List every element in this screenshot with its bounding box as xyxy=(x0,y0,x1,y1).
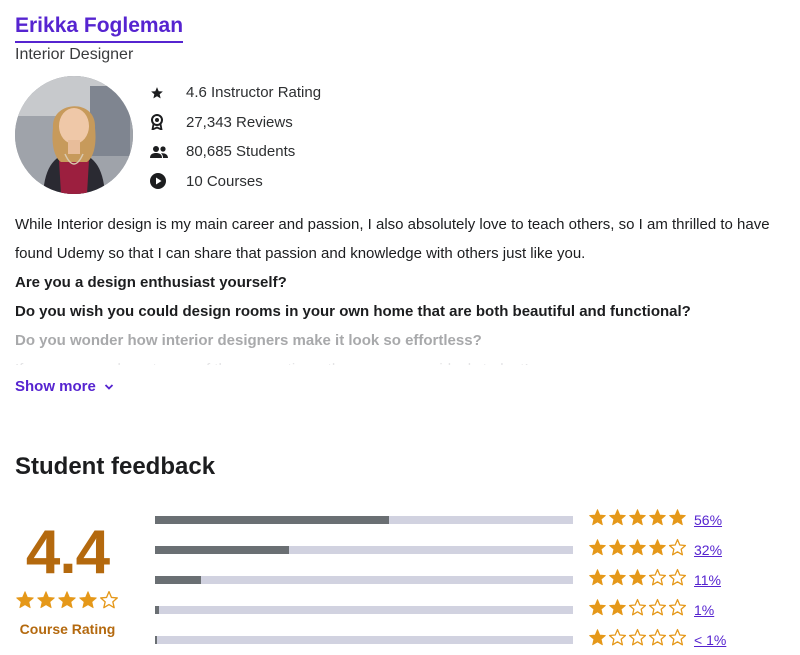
student-feedback-heading: Student feedback xyxy=(15,453,216,480)
stat-students: 80,685 Students xyxy=(150,137,321,167)
stat-rating-text: 4.6 Instructor Rating xyxy=(186,84,322,102)
bio-intro: While Interior design is my main career … xyxy=(15,216,770,262)
instructor-name-link[interactable]: Erikka Fogleman xyxy=(15,14,184,43)
star-filled-icon xyxy=(668,508,687,532)
star-filled-icon xyxy=(608,568,627,592)
star-outline-icon xyxy=(668,598,687,622)
bio-question-3: Do you wonder how interior designers mak… xyxy=(15,332,482,349)
course-rating-label: Course Rating xyxy=(19,621,116,637)
stat-courses: 10 Courses xyxy=(150,167,321,197)
star-filled-icon xyxy=(588,508,607,532)
course-rating-summary: 4.4 Course Rating xyxy=(15,520,120,637)
instructor-bio: While Interior design is my main career … xyxy=(15,210,785,365)
chevron-down-icon xyxy=(104,383,114,391)
rating-row-stars xyxy=(588,628,688,652)
star-filled-icon xyxy=(588,538,607,562)
rating-breakdown: 56% 32% 11% 1% < 1% xyxy=(155,505,726,655)
star-outline-icon xyxy=(668,568,687,592)
play-circle-icon xyxy=(150,171,170,191)
avatar-photo xyxy=(15,76,133,194)
star-filled-icon xyxy=(628,538,647,562)
star-filled-icon xyxy=(588,568,607,592)
course-rating-stars xyxy=(15,590,120,615)
star-outline-icon xyxy=(648,598,667,622)
show-more-label: Show more xyxy=(15,378,96,395)
star-outline-icon xyxy=(668,538,687,562)
instructor-avatar[interactable] xyxy=(15,76,133,194)
bio-question-1: Are you a design enthusiast yourself? xyxy=(15,274,287,291)
award-icon xyxy=(150,112,170,132)
rating-row-percent-link[interactable]: 11% xyxy=(694,572,721,588)
star-filled-icon xyxy=(608,598,627,622)
star-outline-icon xyxy=(628,598,647,622)
star-filled-icon xyxy=(648,508,667,532)
rating-bar[interactable] xyxy=(155,546,573,554)
rating-row-percent-link[interactable]: 32% xyxy=(694,542,722,558)
bio-conclusion: If you answered yes to any of these ques… xyxy=(15,355,785,365)
rating-bar[interactable] xyxy=(155,636,573,644)
rating-row-4-star: 32% xyxy=(155,535,726,565)
stat-reviews: 27,343 Reviews xyxy=(150,108,321,138)
rating-row-1-star: < 1% xyxy=(155,625,726,655)
course-rating-number: 4.4 xyxy=(25,518,110,587)
stat-students-text: 80,685 Students xyxy=(186,143,296,161)
rating-bar-fill xyxy=(155,576,201,584)
star-outline-icon xyxy=(648,568,667,592)
star-filled-icon xyxy=(588,598,607,622)
star-outline-icon xyxy=(99,590,119,615)
star-outline-icon xyxy=(628,628,647,652)
show-more-button[interactable]: Show more xyxy=(15,378,114,395)
rating-bar-fill xyxy=(155,636,158,644)
rating-row-percent-link[interactable]: 1% xyxy=(694,602,714,618)
star-filled-icon xyxy=(608,538,627,562)
star-icon xyxy=(150,83,170,103)
rating-bar-fill xyxy=(155,606,160,614)
bio-question-2: Do you wish you could design rooms in yo… xyxy=(15,303,691,320)
stat-courses-text: 10 Courses xyxy=(186,172,263,190)
rating-row-3-star: 11% xyxy=(155,565,726,595)
rating-row-stars xyxy=(588,508,688,532)
stat-rating: 4.6 Instructor Rating xyxy=(150,78,321,108)
rating-row-stars xyxy=(588,568,688,592)
star-outline-icon xyxy=(608,628,627,652)
star-outline-icon xyxy=(668,628,687,652)
star-filled-icon xyxy=(628,568,647,592)
rating-row-2-star: 1% xyxy=(155,595,726,625)
star-filled-icon xyxy=(36,590,56,615)
rating-bar-fill xyxy=(155,546,289,554)
instructor-stats: 4.6 Instructor Rating 27,343 Reviews 80,… xyxy=(150,78,321,196)
star-outline-icon xyxy=(648,628,667,652)
star-filled-icon xyxy=(15,590,35,615)
rating-row-stars xyxy=(588,598,688,622)
rating-row-stars xyxy=(588,538,688,562)
instructor-job-title: Interior Designer xyxy=(15,46,134,63)
rating-bar[interactable] xyxy=(155,576,573,584)
students-icon xyxy=(150,142,170,162)
star-filled-icon xyxy=(648,538,667,562)
star-filled-icon xyxy=(608,508,627,532)
star-filled-icon xyxy=(628,508,647,532)
star-filled-icon xyxy=(588,628,607,652)
rating-bar[interactable] xyxy=(155,606,573,614)
rating-row-percent-link[interactable]: 56% xyxy=(694,512,722,528)
star-filled-icon xyxy=(78,590,98,615)
rating-bar[interactable] xyxy=(155,516,573,524)
star-filled-icon xyxy=(57,590,77,615)
stat-reviews-text: 27,343 Reviews xyxy=(186,113,293,131)
rating-row-percent-link[interactable]: < 1% xyxy=(694,632,726,648)
rating-bar-fill xyxy=(155,516,390,524)
rating-row-5-star: 56% xyxy=(155,505,726,535)
